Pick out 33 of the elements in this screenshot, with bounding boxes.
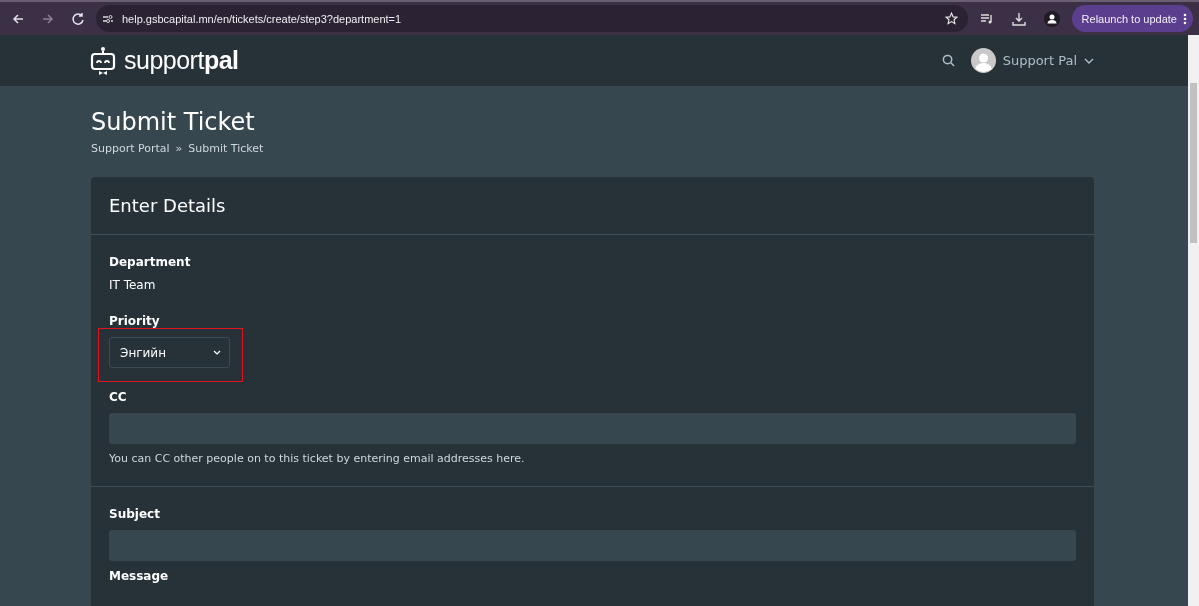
- field-value: IT Team: [109, 278, 157, 292]
- address-bar[interactable]: help.gsbcapital.mn/en/tickets/create/step3?department=1: [96, 5, 968, 32]
- arrow-left-icon: [11, 11, 25, 26]
- priority-select[interactable]: Энгийн: [109, 337, 230, 368]
- relaunch-button[interactable]: Relaunch to update: [1071, 5, 1193, 32]
- page-title: Submit Ticket: [91, 108, 256, 136]
- chevron-down-icon: [213, 350, 221, 355]
- chevron-down-icon: [1084, 57, 1094, 64]
- avatar-icon: [970, 48, 996, 73]
- search-icon[interactable]: [941, 54, 955, 67]
- field-label: Department: [109, 255, 192, 269]
- card-title: Enter Details: [91, 177, 1094, 235]
- breadcrumb-link[interactable]: Submit Ticket: [188, 142, 264, 155]
- robot-logo-icon[interactable]: [90, 45, 116, 76]
- field-label: Subject: [109, 507, 161, 521]
- site-settings-icon[interactable]: [102, 13, 114, 24]
- star-icon[interactable]: [944, 12, 958, 25]
- reload-icon: [71, 11, 85, 26]
- download-icon[interactable]: [1011, 11, 1026, 26]
- logo-text[interactable]: supportpal: [124, 46, 239, 75]
- help-text: You can CC other people on to this ticket by entering email addresses here.: [109, 452, 526, 465]
- user-menu[interactable]: Support Pal: [970, 48, 1094, 73]
- media-icon[interactable]: [979, 12, 994, 25]
- field-label: CC: [109, 390, 128, 404]
- scrollbar[interactable]: [1188, 35, 1199, 606]
- field-label: Priority: [109, 314, 161, 328]
- breadcrumb-separator: »: [175, 142, 183, 155]
- field-label: Message: [109, 569, 170, 583]
- breadcrumb-link[interactable]: Support Portal: [91, 142, 170, 155]
- profile-icon[interactable]: [1043, 10, 1060, 27]
- url-text: help.gsbcapital.mn/en/tickets/create/step3?department=1: [122, 12, 403, 25]
- kebab-menu-icon: [1183, 12, 1187, 25]
- arrow-right-icon: [41, 11, 55, 26]
